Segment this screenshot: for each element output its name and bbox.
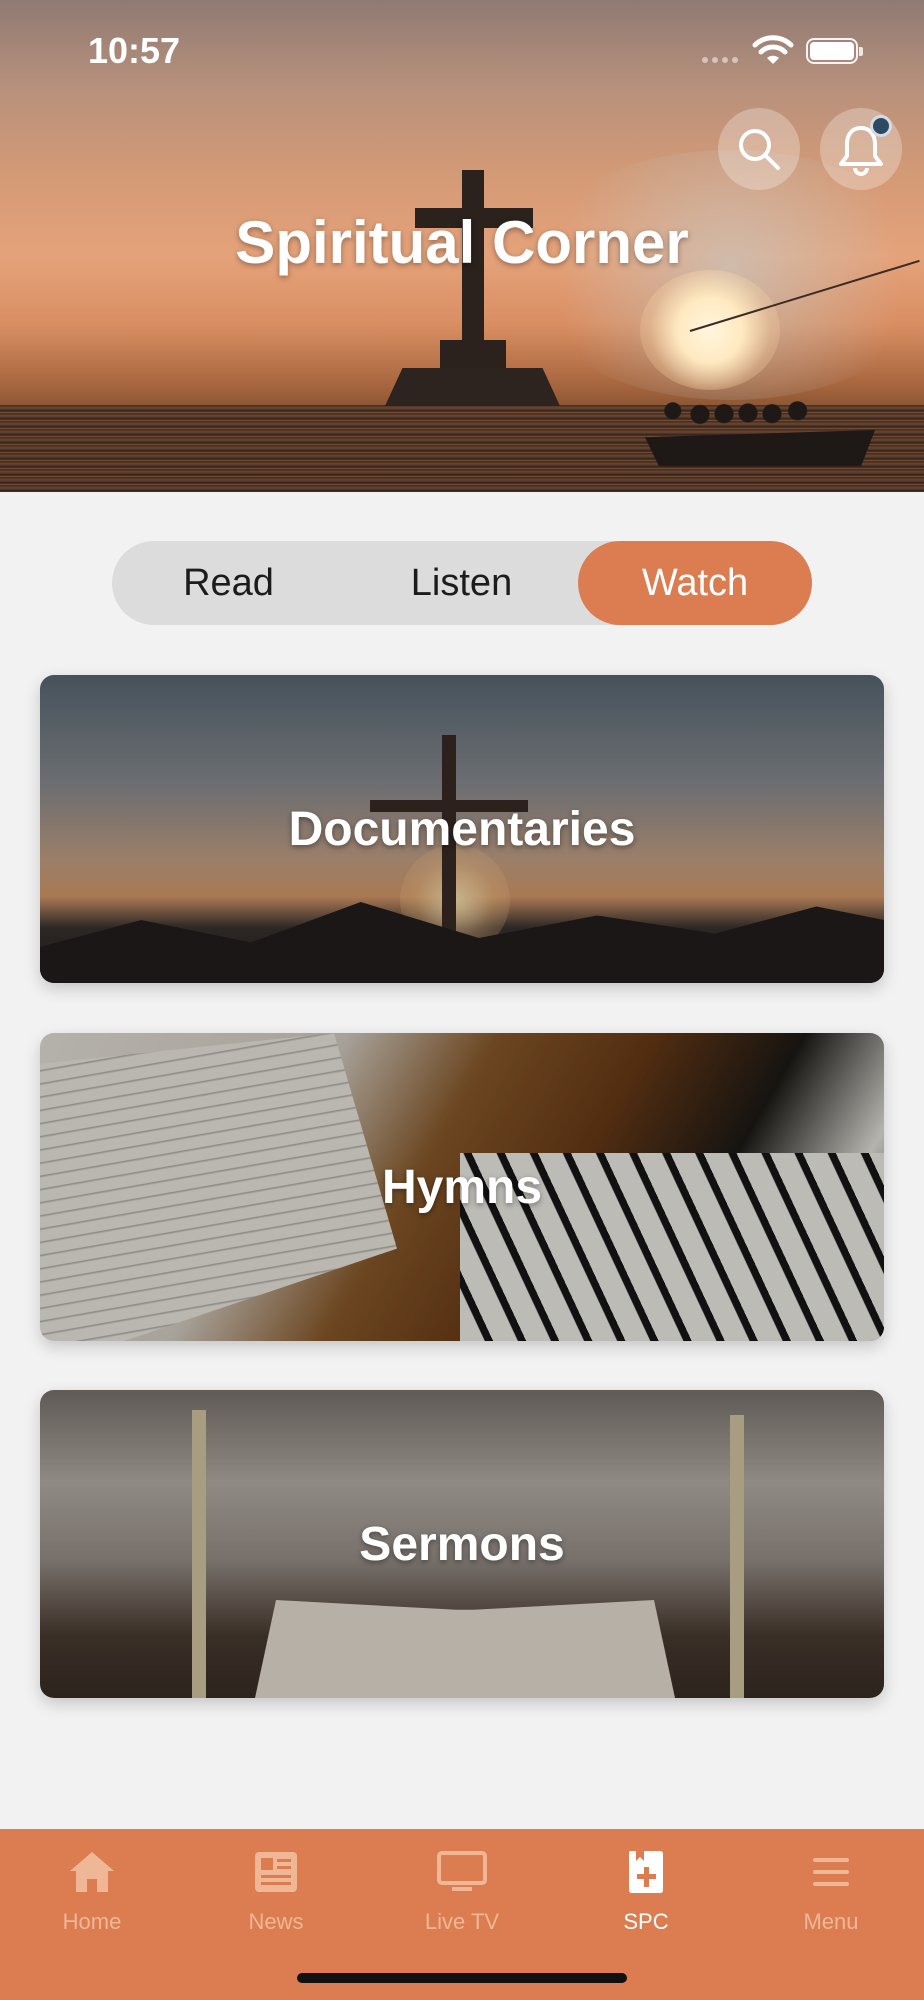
signal-dot <box>732 57 738 63</box>
wifi-icon <box>752 35 794 64</box>
tab-news[interactable]: News <box>184 1829 368 1959</box>
search-icon <box>739 129 780 170</box>
signal-dot <box>712 57 718 63</box>
hero-cross-base <box>440 340 506 370</box>
tab-spc[interactable]: SPC <box>554 1829 738 1959</box>
tab-label: SPC <box>623 1909 669 1934</box>
signal-dot <box>722 57 728 63</box>
segment-read[interactable]: Read <box>112 541 345 625</box>
search-button[interactable] <box>718 108 800 190</box>
hero-people <box>660 400 820 436</box>
status-bar: 10:57 <box>0 0 924 104</box>
sermons-card[interactable]: Sermons <box>40 1390 884 1698</box>
tab-label: Home <box>62 1909 122 1934</box>
card-title: Sermons <box>359 1517 565 1571</box>
tab-menu[interactable]: Menu <box>739 1829 923 1959</box>
documentaries-card[interactable]: Documentaries <box>40 675 884 983</box>
content-type-segmented-control: Read Listen Watch <box>112 541 812 625</box>
tv-icon <box>437 1851 487 1891</box>
hero-sun <box>640 270 780 390</box>
notification-badge <box>870 115 892 137</box>
menu-icon <box>813 1858 849 1886</box>
tab-label: Live TV <box>424 1909 500 1934</box>
page-title: Spiritual Corner <box>235 209 689 276</box>
tab-label: News <box>248 1909 304 1934</box>
card-title: Documentaries <box>288 802 636 856</box>
status-time: 10:57 <box>88 30 181 71</box>
card-title: Hymns <box>381 1160 543 1214</box>
battery-icon <box>806 38 863 64</box>
notifications-button[interactable] <box>820 108 902 190</box>
home-icon <box>70 1852 114 1892</box>
news-icon <box>255 1852 297 1892</box>
hymns-card[interactable]: Hymns <box>40 1033 884 1341</box>
home-indicator <box>297 1973 627 1983</box>
tab-label: Menu <box>803 1909 859 1934</box>
tab-live-tv[interactable]: Live TV <box>370 1829 554 1959</box>
hero-cross-platform <box>385 368 560 406</box>
hero-banner: 10:57 Spiritual Corner <box>0 0 924 492</box>
tab-home[interactable]: Home <box>0 1829 184 1959</box>
signal-dot <box>702 57 708 63</box>
spc-icon <box>629 1851 663 1893</box>
segment-listen[interactable]: Listen <box>345 541 578 625</box>
segment-watch[interactable]: Watch <box>578 541 812 625</box>
